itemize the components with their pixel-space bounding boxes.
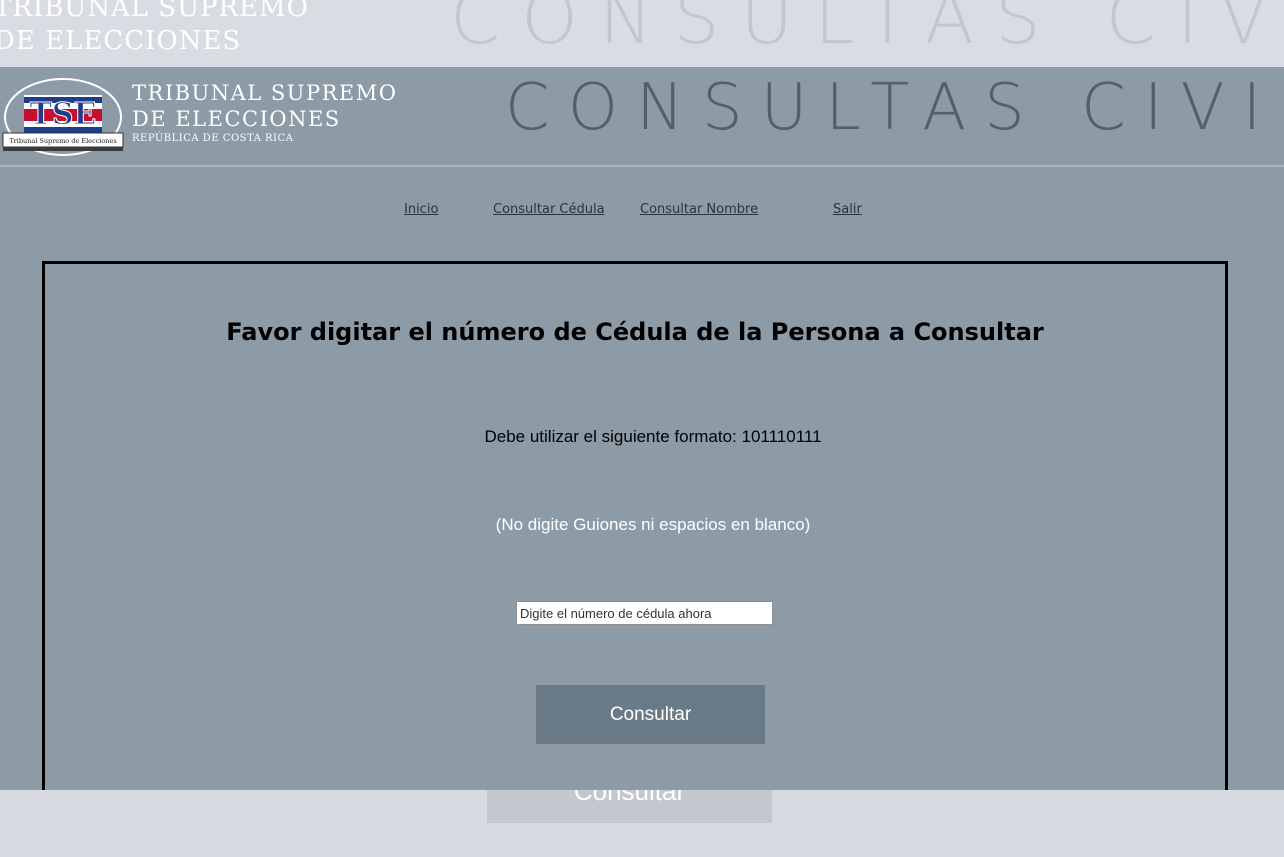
ghost-consultar-button: Consultar — [487, 790, 772, 823]
org-name-line2: DE ELECCIONES — [132, 107, 341, 131]
org-country: REPÚBLICA DE COSTA RICA — [132, 133, 294, 144]
nav-link-consultar-cedula[interactable]: Consultar Cédula — [493, 202, 605, 217]
org-name-line1: TRIBUNAL SUPREMO — [132, 81, 398, 105]
ghost-org-line1: TRIBUNAL SUPREMO — [0, 0, 309, 23]
tse-logo-icon: TSE Tribunal Supremo de Elecciones — [2, 78, 124, 156]
nav-link-inicio[interactable]: Inicio — [404, 202, 438, 217]
svg-text:TSE: TSE — [30, 97, 97, 132]
ghost-org-line2: DE ELECCIONES — [0, 26, 242, 56]
ghost-site-title: CONSULTAS CIVILES — [450, 0, 1284, 60]
format-instruction: Debe utilizar el siguiente formato: 1011… — [484, 427, 822, 446]
format-hint: (No digite Guiones ni espacios en blanco… — [495, 515, 811, 534]
ghost-header: TRIBUNAL SUPREMO DE ELECCIONES CONSULTAS… — [0, 0, 1284, 67]
logo-badge-text: Tribunal Supremo de Elecciones — [9, 137, 116, 145]
ghost-org-name: TRIBUNAL SUPREMO DE ELECCIONES — [0, 0, 309, 58]
site-title: CONSULTAS CIVILES — [505, 71, 1284, 145]
org-name-block: TRIBUNAL SUPREMO DE ELECCIONES REPÚBLICA… — [132, 80, 397, 146]
site-header: TSE Tribunal Supremo de Elecciones TRIBU… — [0, 67, 1284, 167]
tse-logo: TSE Tribunal Supremo de Elecciones — [2, 75, 124, 157]
nav-link-consultar-nombre[interactable]: Consultar Nombre — [640, 202, 758, 217]
cedula-input[interactable] — [516, 601, 773, 625]
consultar-button[interactable]: Consultar — [536, 685, 765, 744]
nav-link-salir[interactable]: Salir — [833, 202, 862, 217]
main-nav: Inicio Consultar Cédula Consultar Nombre… — [0, 202, 1284, 222]
main-page: TSE Tribunal Supremo de Elecciones TRIBU… — [0, 67, 1284, 790]
form-heading: Favor digitar el número de Cédula de la … — [226, 318, 1044, 346]
cedula-form-panel: Favor digitar el número de Cédula de la … — [42, 261, 1228, 790]
ghost-button-label: Consultar — [573, 790, 686, 806]
